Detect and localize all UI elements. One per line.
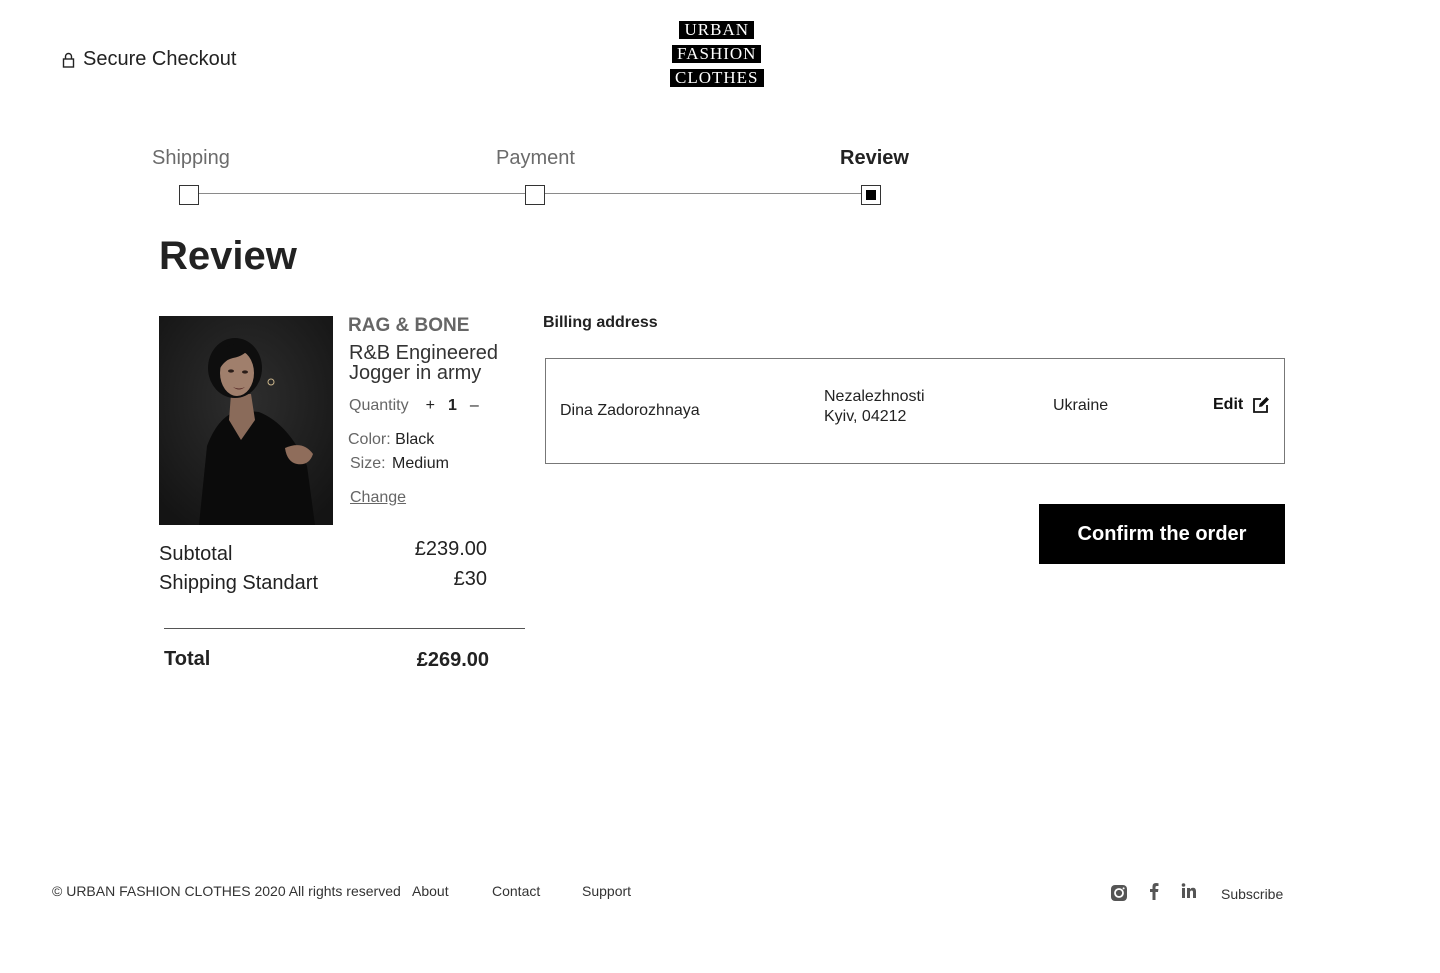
linkedin-icon[interactable] [1179, 881, 1199, 901]
size-value: Medium [392, 455, 449, 472]
step-review-marker [861, 185, 881, 205]
facebook-icon[interactable] [1144, 881, 1164, 901]
color-value: Black [395, 431, 435, 448]
product-name: R&B Engineered Jogger in army [349, 342, 498, 384]
step-shipping-marker[interactable] [179, 185, 199, 205]
size-label: Size: [350, 455, 386, 472]
billing-street-city: Nezalezhnosti Kyiv, 04212 [824, 387, 925, 427]
change-link[interactable]: Change [350, 489, 406, 507]
product-color: Color: Black [348, 431, 434, 449]
step-review-label: Review [840, 147, 909, 169]
product-image [159, 316, 333, 525]
step-connector-2 [544, 193, 862, 194]
subtotal-label: Subtotal [159, 543, 233, 565]
billing-name: Dina Zadorozhnaya [560, 402, 700, 419]
footer-copyright: © URBAN FASHION CLOTHES 2020 All rights … [52, 883, 401, 899]
summary-divider [164, 628, 525, 629]
confirm-order-button[interactable]: Confirm the order [1039, 504, 1285, 564]
billing-country: Ukraine [1053, 397, 1109, 414]
step-shipping-label[interactable]: Shipping [152, 147, 230, 170]
logo-line-3: CLOTHES [670, 69, 764, 87]
edit-address-button[interactable]: Edit [1213, 396, 1270, 414]
instagram-icon[interactable] [1109, 883, 1129, 903]
lock-icon [62, 52, 75, 68]
secure-checkout: Secure Checkout [62, 48, 236, 71]
logo-line-1: URBAN [679, 21, 754, 39]
footer-link-about[interactable]: About [412, 883, 449, 899]
total-value: £269.00 [416, 649, 489, 671]
quantity-decrease-button[interactable]: – [467, 397, 482, 415]
billing-street: Nezalezhnosti [824, 388, 925, 405]
logo-line-2: FASHION [672, 45, 762, 63]
step-payment-label[interactable]: Payment [496, 147, 575, 170]
product-size: Size: Medium [350, 455, 449, 473]
brand-logo[interactable]: URBAN FASHION CLOTHES [670, 21, 764, 87]
edit-icon [1253, 397, 1270, 413]
shipping-label: Shipping Standart [159, 572, 319, 594]
quantity-increase-button[interactable]: + [423, 397, 438, 415]
footer-link-support[interactable]: Support [582, 883, 631, 899]
billing-city: Kyiv, 04212 [824, 408, 907, 425]
total-label: Total [164, 648, 211, 670]
billing-title: Billing address [543, 314, 658, 331]
product-brand: RAG & BONE [348, 315, 470, 336]
quantity-stepper: Quantity + 1 – [349, 397, 482, 415]
quantity-value: 1 [447, 397, 457, 414]
step-payment-marker[interactable] [525, 185, 545, 205]
shipping-value: £30 [453, 568, 487, 590]
footer-link-contact[interactable]: Contact [492, 883, 540, 899]
color-label: Color: [348, 431, 391, 448]
subtotal-value: £239.00 [414, 538, 487, 560]
subscribe-link[interactable]: Subscribe [1221, 886, 1283, 902]
edit-label: Edit [1213, 396, 1244, 413]
quantity-label: Quantity [349, 397, 409, 414]
page-title: Review [159, 234, 297, 278]
step-connector-1 [198, 193, 526, 194]
secure-checkout-label: Secure Checkout [83, 48, 237, 70]
